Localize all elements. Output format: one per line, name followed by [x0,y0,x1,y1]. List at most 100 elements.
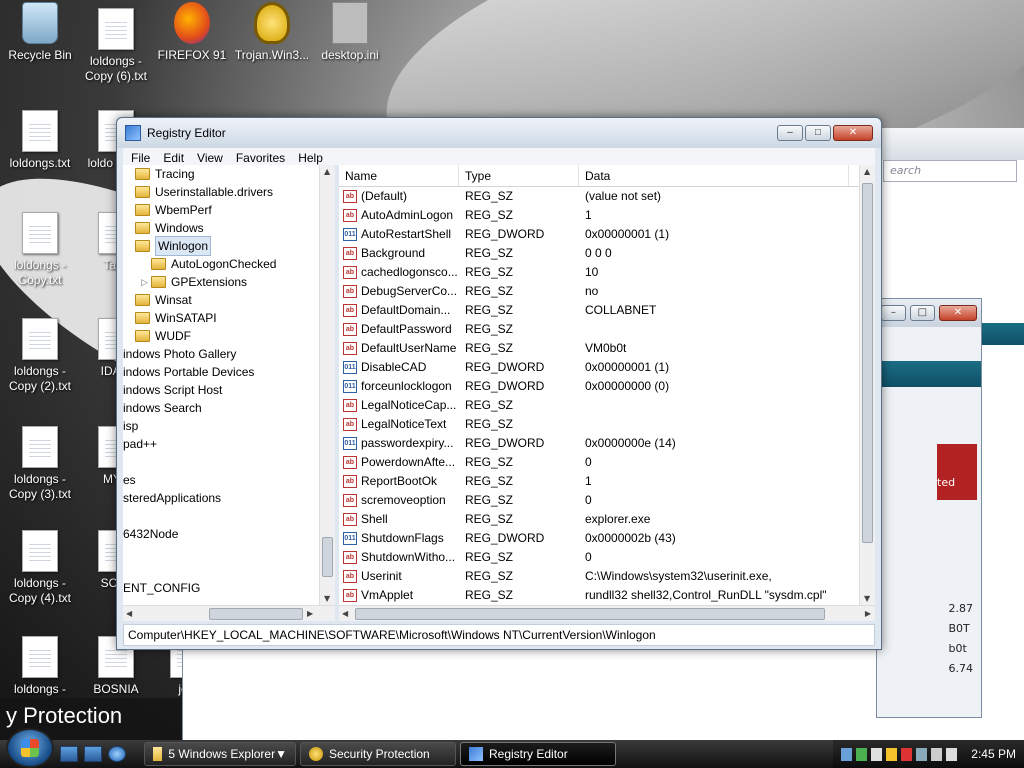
tree-node[interactable]: es [123,471,335,489]
desktop-icon[interactable]: loldongs - Copy (2).txt [0,318,80,394]
registry-value-row[interactable]: ab cachedlogonsco... REG_SZ 10 [339,263,875,282]
tree-node[interactable]: indows Portable Devices [123,363,335,381]
tree-node[interactable]: indows Search [123,399,335,417]
list-vertical-scrollbar[interactable]: ▲ ▼ [859,165,875,605]
column-header-data[interactable]: Data [579,165,849,186]
show-desktop-icon[interactable] [60,746,78,762]
scroll-thumb[interactable] [209,608,303,620]
desktop-icon[interactable]: Trojan.Win3... [232,2,312,63]
internet-explorer-icon[interactable] [108,746,126,762]
tree-node[interactable]: 6432Node [123,525,335,543]
registry-value-row[interactable]: 011 passwordexpiry... REG_DWORD 0x0000000e … [339,434,875,453]
scroll-up-icon[interactable]: ▲ [324,167,330,176]
desktop-icon[interactable]: loldongs - Copy (6).txt [76,8,156,84]
registry-value-row[interactable]: ab AutoAdminLogon REG_SZ 1 [339,206,875,225]
tree-node[interactable] [123,507,335,525]
registry-value-row[interactable]: ab Background REG_SZ 0 0 0 [339,244,875,263]
key-tree[interactable]: Tracing Userinstallable.drivers WbemPerf Wi… [123,165,339,621]
taskbar-button-registry-editor[interactable]: Registry Editor [460,742,616,766]
desktop-icon[interactable]: loldongs - [0,636,80,697]
tree-node[interactable]: AutoLogonChecked [123,255,335,273]
titlebar[interactable]: Registry Editor – □ ✕ [117,118,881,148]
registry-value-row[interactable]: ab LegalNoticeCap... REG_SZ [339,396,875,415]
tree-node[interactable] [123,561,335,579]
maximize-button[interactable]: □ [909,305,935,321]
column-header-type[interactable]: Type [459,165,579,186]
tree-node[interactable]: WUDF [123,327,335,345]
tree-node[interactable]: pad++ [123,435,335,453]
registry-value-row[interactable]: ab DefaultDomain... REG_SZ COLLABNET [339,301,875,320]
registry-editor-window[interactable]: Registry Editor – □ ✕ File Edit View Fav… [116,117,882,650]
alert-icon[interactable] [901,747,913,761]
tree-node[interactable]: indows Photo Gallery [123,345,335,363]
desktop-icon[interactable]: loldongs.txt [0,110,80,171]
maximize-button[interactable]: □ [805,125,831,141]
column-header-name[interactable]: Name [339,165,459,186]
tree-node[interactable]: Userinstallable.drivers [123,183,335,201]
desktop-icon[interactable]: FIREFOX 91 [152,2,232,63]
minimize-button[interactable]: – [880,305,906,321]
desktop-icon[interactable]: Recycle Bin [0,2,80,63]
tree-node[interactable]: WbemPerf [123,201,335,219]
start-button[interactable] [6,728,54,768]
computer-icon[interactable] [931,747,943,761]
tree-node[interactable]: Tracing [123,165,335,183]
desktop-icon[interactable]: loldongs - Copy (3).txt [0,426,80,502]
registry-value-row[interactable]: 011 AutoRestartShell REG_DWORD 0x00000001 (… [339,225,875,244]
tree-node[interactable]: Winsat [123,291,335,309]
tree-node[interactable] [123,453,335,471]
registry-value-row[interactable]: ab ShutdownWitho... REG_SZ 0 [339,548,875,567]
menu-edit[interactable]: Edit [163,151,184,165]
taskbar-button-security-protection[interactable]: Security Protection [300,742,456,766]
menu-view[interactable]: View [197,151,223,165]
connection-icon[interactable] [916,747,928,761]
desktop-icon[interactable]: loldongs - Copy.txt [0,212,80,288]
tree-vertical-scrollbar[interactable]: ▲ ▼ [319,165,335,605]
scroll-thumb[interactable] [355,608,825,620]
tree-node[interactable]: steredApplications [123,489,335,507]
menu-file[interactable]: File [131,151,150,165]
registry-value-row[interactable]: ab Userinit REG_SZ C:\Windows\system32\user… [339,567,875,586]
expand-icon[interactable]: ▷ [141,273,151,291]
tree-node[interactable]: WinSATAPI [123,309,335,327]
desktop-icon[interactable]: desktop.ini [310,2,390,63]
scroll-down-icon[interactable]: ▼ [864,594,870,603]
registry-value-row[interactable]: ab DefaultPassword REG_SZ [339,320,875,339]
menu-favorites[interactable]: Favorites [236,151,285,165]
scroll-up-icon[interactable]: ▲ [864,167,870,176]
scroll-right-icon[interactable]: ▶ [865,609,871,618]
registry-value-row[interactable]: 011 forceunlocklogon REG_DWORD 0x00000000 (… [339,377,875,396]
registry-value-row[interactable]: ab VmApplet REG_SZ rundll32 shell32,Control… [339,586,875,605]
scroll-thumb[interactable] [862,183,873,543]
registry-value-row[interactable]: ab LegalNoticeText REG_SZ [339,415,875,434]
scroll-down-icon[interactable]: ▼ [324,594,330,603]
minimize-button[interactable]: – [777,125,803,141]
tree-node[interactable]: indows Script Host [123,381,335,399]
security-icon[interactable] [856,747,868,761]
registry-value-row[interactable]: ab scremoveoption REG_SZ 0 [339,491,875,510]
tree-node[interactable]: ENT_CONFIG [123,579,335,597]
desktop-icon[interactable]: loldongs - Copy (4).txt [0,530,80,606]
shield-icon[interactable] [886,747,898,761]
menu-help[interactable]: Help [298,151,323,165]
battery-icon[interactable] [871,747,883,761]
registry-value-row[interactable]: ab (Default) REG_SZ (value not set) [339,187,875,206]
scroll-left-icon[interactable]: ◀ [126,609,132,618]
search-input[interactable]: earch [883,160,1017,182]
security-protection-window[interactable]: – □ ✕ ted 2.87 B0T b0t 6.74 [876,298,982,718]
registry-value-row[interactable]: ab DebugServerCo... REG_SZ no [339,282,875,301]
tree-node[interactable]: Windows [123,219,335,237]
volume-muted-icon[interactable] [946,747,958,761]
scroll-right-icon[interactable]: ▶ [307,609,313,618]
registry-value-row[interactable]: 011 DisableCAD REG_DWORD 0x00000001 (1) [339,358,875,377]
clock[interactable]: 2:45 PM [971,747,1016,761]
scroll-thumb[interactable] [322,537,333,577]
registry-value-row[interactable]: ab ReportBootOk REG_SZ 1 [339,472,875,491]
registry-value-row[interactable]: ab DefaultUserName REG_SZ VM0b0t [339,339,875,358]
registry-value-row[interactable]: ab PowerdownAfte... REG_SZ 0 [339,453,875,472]
close-button[interactable]: ✕ [833,125,873,141]
network-icon[interactable] [841,747,853,761]
registry-value-row[interactable]: 011 ShutdownFlags REG_DWORD 0x0000002b (43) [339,529,875,548]
tree-node[interactable]: Winlogon [123,236,335,256]
switch-windows-icon[interactable] [84,746,102,762]
